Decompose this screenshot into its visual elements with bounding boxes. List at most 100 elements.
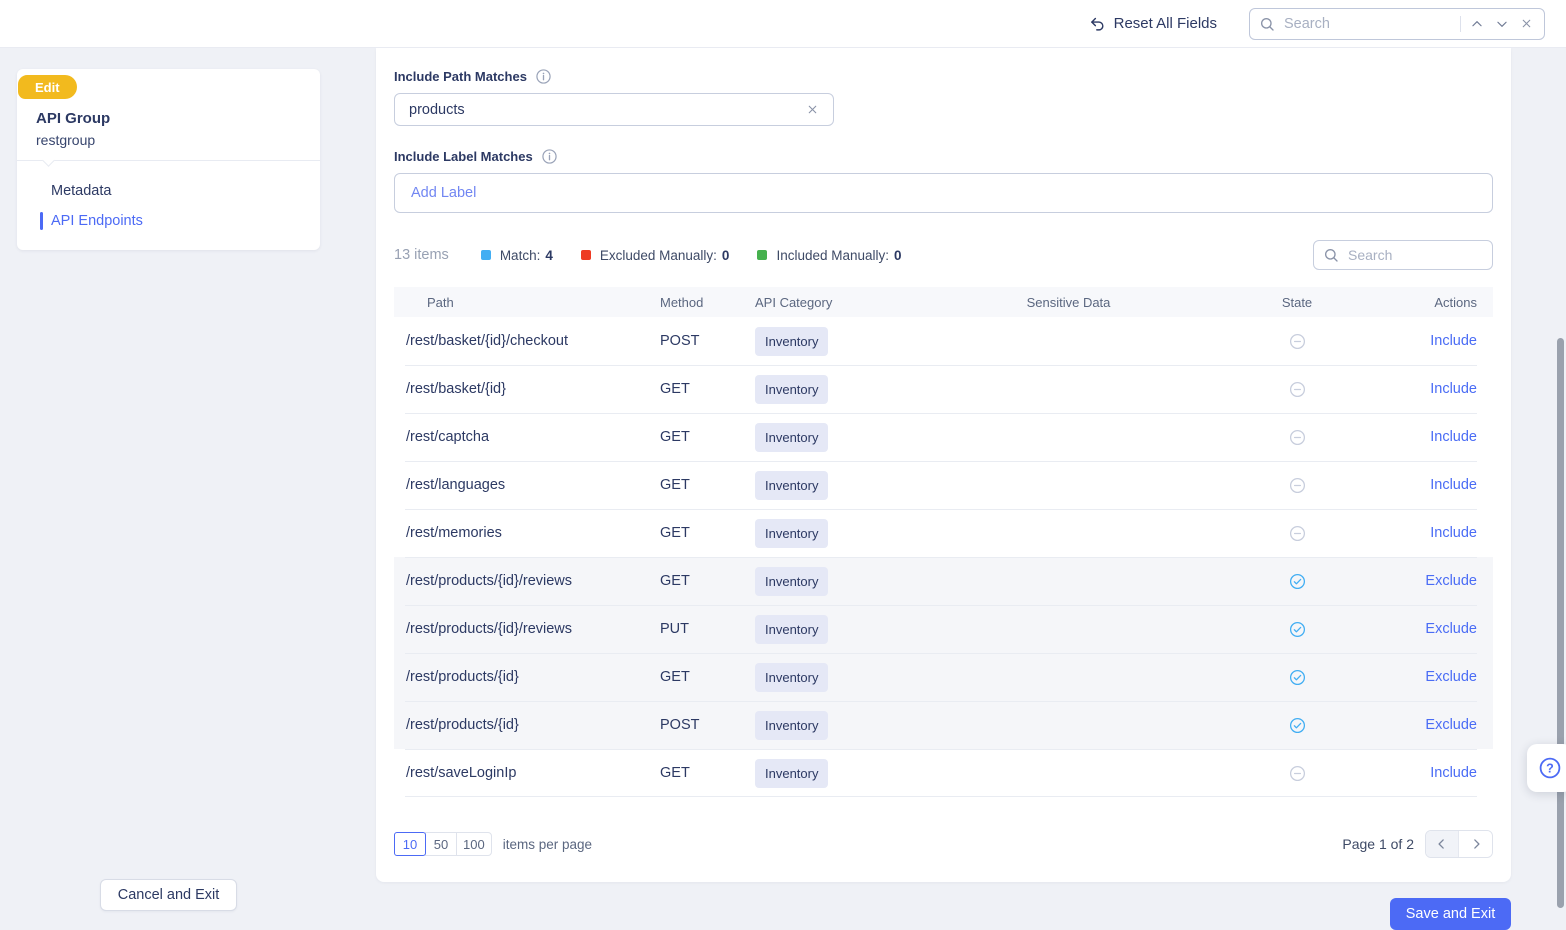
- reset-label: Reset All Fields: [1114, 15, 1217, 32]
- chevron-right-icon: [1469, 837, 1483, 851]
- api-category-chip: Inventory: [755, 375, 828, 404]
- api-category-chip: Inventory: [755, 663, 828, 692]
- row-method: GET: [660, 765, 755, 781]
- row-action-link[interactable]: Exclude: [1425, 621, 1477, 637]
- row-method: POST: [660, 333, 755, 349]
- column-header: Path: [394, 295, 660, 310]
- row-action-link[interactable]: Include: [1430, 525, 1477, 541]
- api-category-chip: Inventory: [755, 471, 828, 500]
- table-row: /rest/languages GET Inventory Include: [394, 461, 1493, 509]
- chevron-left-icon: [1435, 837, 1449, 851]
- previous-page-button[interactable]: [1426, 831, 1459, 857]
- clear-path-button[interactable]: [804, 101, 821, 118]
- search-icon: [1323, 247, 1339, 263]
- row-method: GET: [660, 669, 755, 685]
- find-next-button[interactable]: [1493, 15, 1511, 33]
- legend-value: 0: [722, 248, 730, 263]
- table-row: /rest/saveLoginIp GET Inventory Include: [394, 749, 1493, 797]
- row-action-link[interactable]: Include: [1430, 765, 1477, 781]
- api-group-name: restgroup: [36, 132, 95, 148]
- minus-circle-icon: [1289, 477, 1306, 494]
- api-category-chip: Inventory: [755, 423, 828, 452]
- row-action-link[interactable]: Exclude: [1425, 717, 1477, 733]
- api-group-title: API Group: [36, 110, 110, 127]
- vertical-scrollbar-thumb[interactable]: [1557, 338, 1564, 908]
- row-method: POST: [660, 717, 755, 733]
- global-search-box: [1249, 8, 1545, 40]
- path-matches-input[interactable]: [407, 101, 804, 119]
- legend: Match: 4 Excluded Manually: 0 Included M…: [481, 248, 902, 263]
- minus-circle-icon: [1289, 429, 1306, 446]
- include-label-matches-label: Include Label Matches: [394, 148, 1493, 164]
- page-nav: [1425, 830, 1493, 858]
- page-size-button-100[interactable]: 100: [456, 832, 492, 856]
- minus-circle-icon: [1289, 525, 1306, 542]
- row-path: /rest/basket/{id}: [394, 381, 660, 397]
- check-circle-icon: [1289, 669, 1306, 686]
- row-path: /rest/products/{id}: [394, 669, 660, 685]
- row-action-link[interactable]: Include: [1430, 477, 1477, 493]
- help-button[interactable]: ?: [1527, 744, 1566, 792]
- row-method: GET: [660, 525, 755, 541]
- reset-all-fields-button[interactable]: Reset All Fields: [1083, 14, 1223, 33]
- row-path: /rest/basket/{id}/checkout: [394, 333, 660, 349]
- row-action-link[interactable]: Include: [1430, 429, 1477, 445]
- sidebar-item-metadata[interactable]: Metadata: [51, 181, 111, 201]
- column-header: Sensitive Data: [905, 295, 1232, 310]
- find-previous-button[interactable]: [1468, 15, 1486, 33]
- edit-mode-badge: Edit: [18, 75, 77, 99]
- page-size-button-10[interactable]: 10: [394, 832, 426, 856]
- row-action-link[interactable]: Exclude: [1425, 669, 1477, 685]
- path-matches-field: [394, 93, 834, 126]
- global-search-input[interactable]: [1282, 15, 1453, 33]
- page-size-group: 1050100: [394, 832, 492, 856]
- include-path-matches-label: Include Path Matches: [394, 68, 1493, 84]
- column-header: Actions: [1362, 295, 1493, 310]
- row-path: /rest/saveLoginIp: [394, 765, 660, 781]
- legend-swatch: [581, 250, 591, 260]
- api-category-chip: Inventory: [755, 327, 828, 356]
- close-icon: [806, 103, 819, 116]
- table-row: /rest/memories GET Inventory Include: [394, 509, 1493, 557]
- table-search-box: [1313, 240, 1493, 270]
- info-icon[interactable]: [536, 69, 551, 84]
- row-action-link[interactable]: Exclude: [1425, 573, 1477, 589]
- column-header: State: [1232, 295, 1362, 310]
- legend-label: Included Manually:: [776, 248, 889, 263]
- search-icon: [1259, 16, 1275, 32]
- row-method: PUT: [660, 621, 755, 637]
- table-row: /rest/captcha GET Inventory Include: [394, 413, 1493, 461]
- save-button[interactable]: Save and Exit: [1390, 898, 1511, 930]
- table-row: /rest/products/{id}/reviews GET Inventor…: [394, 557, 1493, 605]
- add-label-input[interactable]: [409, 184, 1478, 202]
- row-action-link[interactable]: Include: [1430, 381, 1477, 397]
- row-action-link[interactable]: Include: [1430, 333, 1477, 349]
- table-row: /rest/products/{id} POST Inventory Exclu…: [394, 701, 1493, 749]
- cancel-button[interactable]: Cancel and Exit: [100, 879, 237, 911]
- table-row: /rest/products/{id} GET Inventory Exclud…: [394, 653, 1493, 701]
- minus-circle-icon: [1289, 333, 1306, 350]
- pagination-bar: 1050100 items per page Page 1 of 2: [394, 830, 1493, 858]
- sidebar-item-api-endpoints[interactable]: API Endpoints: [51, 211, 143, 231]
- column-header: API Category: [755, 295, 905, 310]
- legend-label: Excluded Manually:: [600, 248, 717, 263]
- api-endpoints-panel: Include Path Matches Include Label Match…: [376, 48, 1511, 882]
- table-row: /rest/basket/{id}/checkout POST Inventor…: [394, 317, 1493, 365]
- reset-icon: [1089, 15, 1106, 32]
- page-size-button-50[interactable]: 50: [425, 832, 457, 856]
- clear-search-button[interactable]: [1518, 15, 1535, 32]
- divider-notch: [42, 154, 55, 167]
- table-row: /rest/products/{id}/reviews PUT Inventor…: [394, 605, 1493, 653]
- svg-text:?: ?: [1546, 761, 1554, 775]
- question-icon: ?: [1538, 756, 1562, 780]
- chevron-down-icon: [1495, 17, 1509, 31]
- info-icon[interactable]: [542, 149, 557, 164]
- topbar: Reset All Fields: [0, 0, 1566, 48]
- table-search-input[interactable]: [1346, 246, 1483, 264]
- close-icon: [1520, 17, 1533, 30]
- next-page-button[interactable]: [1459, 831, 1492, 857]
- divider: [17, 160, 320, 161]
- row-path: /rest/languages: [394, 477, 660, 493]
- row-path: /rest/memories: [394, 525, 660, 541]
- row-path: /rest/products/{id}/reviews: [394, 573, 660, 589]
